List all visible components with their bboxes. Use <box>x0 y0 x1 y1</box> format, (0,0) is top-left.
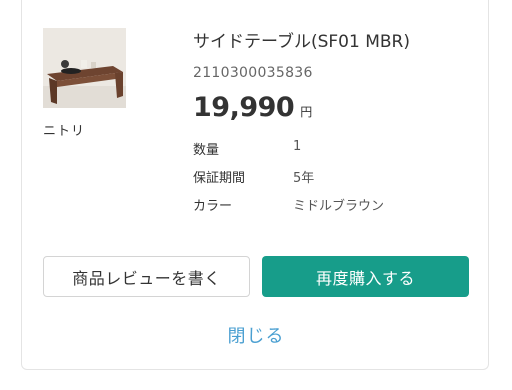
spec-value-warranty: 5年 <box>293 171 315 186</box>
price-amount: 19,990 <box>193 92 295 123</box>
spec-value-color: ミドルブラウン <box>293 199 385 214</box>
reorder-button[interactable]: 再度購入する <box>262 256 469 297</box>
spec-label-quantity: 数量 <box>193 143 220 158</box>
price-unit: 円 <box>300 105 313 119</box>
price: 19,990 円 <box>193 92 312 123</box>
product-name: サイドテーブル(SF01 MBR) <box>193 32 410 52</box>
maker-name: ニトリ <box>43 124 86 139</box>
product-code: 2110300035836 <box>193 65 313 81</box>
write-review-button[interactable]: 商品レビューを書く <box>43 256 250 297</box>
spec-label-warranty: 保証期間 <box>193 171 246 186</box>
product-image <box>43 28 126 108</box>
spec-label-color: カラー <box>193 199 233 214</box>
close-link[interactable]: 閉じる <box>0 322 512 348</box>
spec-value-quantity: 1 <box>293 139 302 154</box>
